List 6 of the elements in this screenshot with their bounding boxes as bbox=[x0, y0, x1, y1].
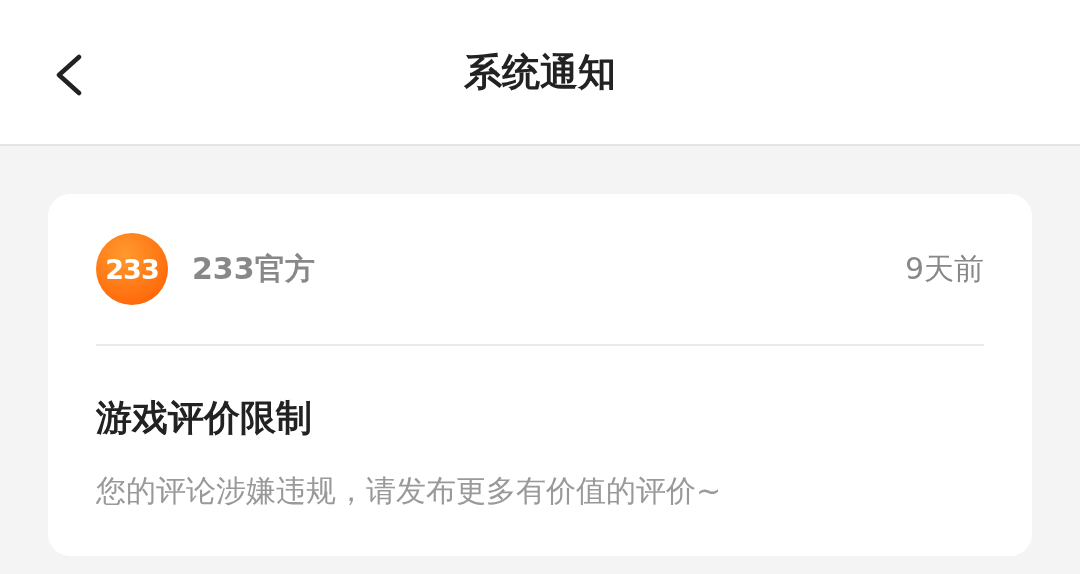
notification-time: 9天前 bbox=[904, 249, 984, 288]
sender-logo: 233 bbox=[96, 233, 168, 305]
page-title: 系统通知 bbox=[464, 48, 616, 96]
notification-message: 您的评论涉嫌违规，请发布更多有价值的评价~ bbox=[96, 472, 723, 510]
notification-title: 游戏评价限制 bbox=[96, 396, 313, 440]
sender-name: 233官方 bbox=[192, 249, 315, 288]
